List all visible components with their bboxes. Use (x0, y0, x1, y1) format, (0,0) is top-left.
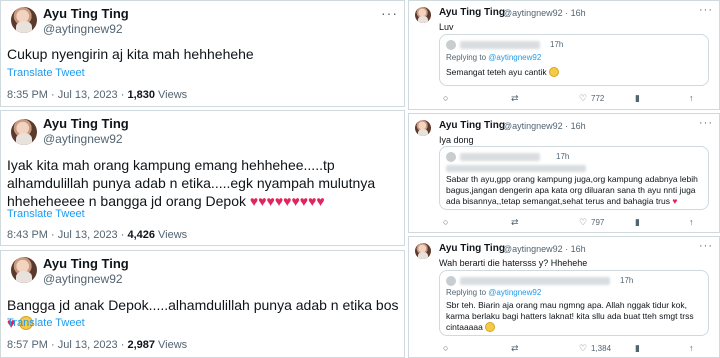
like-count: 797 (591, 218, 605, 227)
heart-emojis: ♥♥♥♥♥♥♥♥♥ (249, 193, 325, 209)
display-name[interactable]: Ayu Ting Ting (43, 256, 129, 271)
quoted-text: Sbr teh. Biarin aja orang mau ngmng apa.… (446, 300, 704, 333)
views-icon[interactable]: ▮ (635, 93, 640, 104)
blurred-username (460, 277, 610, 285)
quoted-reply[interactable]: 17h Replying to @aytingnew92 Sbr teh. Bi… (439, 270, 709, 336)
like-count: 772 (591, 94, 605, 103)
kiss-emoji-icon (549, 67, 560, 77)
more-options-icon[interactable]: ··· (699, 117, 713, 129)
user-handle[interactable]: @aytingnew92 (43, 132, 123, 146)
avatar[interactable] (415, 7, 431, 23)
avatar[interactable] (11, 257, 37, 283)
avatar[interactable] (415, 243, 431, 259)
replying-prefix: Replying to (446, 288, 489, 297)
blurred-avatar (446, 276, 456, 286)
tweet-meta: 8:43 PM · Jul 13, 2023 · 4,426 Views (7, 229, 187, 241)
replying-to: Replying to @aytingnew92 (446, 288, 541, 297)
user-handle[interactable]: @aytingnew92 · 16h (503, 121, 586, 131)
reply-time: 17h (620, 276, 634, 285)
blurred-username (460, 41, 540, 49)
user-handle[interactable]: @aytingnew92 · 16h (503, 244, 586, 254)
translate-tweet-link[interactable]: Translate Tweet (7, 67, 85, 79)
reply-card-3[interactable]: Ayu Ting Ting @aytingnew92 · 16h ··· Wah… (408, 236, 720, 358)
replying-handle-link[interactable]: @aytingnew92 (488, 53, 541, 62)
retweet-icon[interactable]: ⇄ (511, 217, 519, 228)
blurred-avatar (446, 152, 456, 162)
more-options-icon[interactable]: ··· (699, 4, 713, 16)
views-count: 1,830 (127, 89, 155, 101)
share-icon[interactable]: ↑ (689, 217, 694, 227)
reply-text: Wah berarti die hatersss y? Hhehehe (439, 258, 588, 268)
tweet-timestamp[interactable]: 8:35 PM · Jul 13, 2023 · (7, 89, 127, 101)
tweet-timestamp[interactable]: 8:43 PM · Jul 13, 2023 · (7, 229, 127, 241)
replying-to: Replying to @aytingnew92 (446, 53, 541, 62)
translate-tweet-link[interactable]: Translate Tweet (7, 317, 85, 329)
reply-time: 17h (556, 152, 570, 161)
quoted-text-content: Semangat teteh ayu cantik (446, 67, 547, 77)
reply-icon[interactable]: ○ (443, 93, 448, 103)
quoted-text: Semangat teteh ayu cantik (446, 67, 704, 78)
muscle-emoji-icon (485, 322, 496, 332)
tweet-card-1[interactable]: Ayu Ting Ting @aytingnew92 ··· Cukup nye… (0, 0, 405, 107)
display-name[interactable]: Ayu Ting Ting (43, 6, 129, 21)
quoted-text: Sabar th ayu,gpp orang kampung juga,org … (446, 174, 704, 207)
like-icon[interactable]: ♡ (579, 343, 587, 354)
views-icon[interactable]: ▮ (635, 343, 640, 354)
user-handle[interactable]: @aytingnew92 (43, 22, 123, 36)
replying-handle-link[interactable]: @aytingnew92 (488, 288, 541, 297)
display-name[interactable]: Ayu Ting Ting (439, 7, 505, 18)
reply-card-2[interactable]: Ayu Ting Ting @aytingnew92 · 16h ··· Iya… (408, 113, 720, 233)
reply-time: 17h (550, 40, 564, 49)
user-handle[interactable]: @aytingnew92 · 16h (503, 8, 586, 18)
heart-emoji: ♥ (672, 196, 678, 206)
tweet-meta: 8:35 PM · Jul 13, 2023 · 1,830 Views (7, 89, 187, 101)
display-name[interactable]: Ayu Ting Ting (439, 120, 505, 131)
tweet-text: Iyak kita mah orang kampung emang hehheh… (7, 156, 399, 210)
blurred-replying (446, 165, 586, 172)
reply-icon[interactable]: ○ (443, 217, 448, 227)
quoted-text-content: Sbr teh. Biarin aja orang mau ngmng apa.… (446, 300, 694, 332)
retweet-icon[interactable]: ⇄ (511, 93, 519, 104)
reply-text: Luv (439, 22, 454, 32)
replying-prefix: Replying to (446, 53, 489, 62)
like-icon[interactable]: ♡ (579, 93, 587, 104)
retweet-icon[interactable]: ⇄ (511, 343, 519, 354)
views-icon[interactable]: ▮ (635, 217, 640, 228)
avatar[interactable] (11, 119, 37, 145)
more-options-icon[interactable]: ··· (699, 240, 713, 252)
reply-card-1[interactable]: Ayu Ting Ting @aytingnew92 · 16h ··· Luv… (408, 0, 720, 110)
tweet-timestamp[interactable]: 8:57 PM · Jul 13, 2023 · (7, 339, 127, 351)
display-name[interactable]: Ayu Ting Ting (43, 116, 129, 131)
views-count: 4,426 (127, 229, 155, 241)
share-icon[interactable]: ↑ (689, 93, 694, 103)
views-count: 2,987 (127, 339, 155, 351)
tweet-meta: 8:57 PM · Jul 13, 2023 · 2,987 Views (7, 339, 187, 351)
tweet-card-2[interactable]: Ayu Ting Ting @aytingnew92 Iyak kita mah… (0, 110, 405, 246)
display-name[interactable]: Ayu Ting Ting (439, 243, 505, 254)
views-label: Views (154, 229, 188, 241)
blurred-username (460, 153, 540, 161)
reply-text: Iya dong (439, 135, 474, 145)
like-icon[interactable]: ♡ (579, 217, 587, 228)
share-icon[interactable]: ↑ (689, 343, 694, 353)
quoted-reply[interactable]: 17h Sabar th ayu,gpp orang kampung juga,… (439, 146, 709, 210)
views-label: Views (154, 339, 188, 351)
tweet-text: Cukup nyengirin aj kita mah hehhehehe (7, 46, 254, 62)
reply-icon[interactable]: ○ (443, 343, 448, 353)
tweet-card-3[interactable]: Ayu Ting Ting @aytingnew92 Bangga jd ana… (0, 250, 405, 358)
more-options-icon[interactable]: ··· (381, 5, 398, 21)
translate-tweet-link[interactable]: Translate Tweet (7, 208, 85, 220)
quoted-reply[interactable]: 17h Replying to @aytingnew92 Semangat te… (439, 34, 709, 86)
like-count: 1,384 (591, 344, 612, 353)
quoted-text-content: Sabar th ayu,gpp orang kampung juga,org … (446, 174, 698, 206)
views-label: Views (154, 89, 188, 101)
avatar[interactable] (415, 120, 431, 136)
user-handle[interactable]: @aytingnew92 (43, 272, 123, 286)
tweet-text-content: Bangga jd anak Depok.....alhamdulillah p… (7, 297, 399, 313)
blurred-avatar (446, 40, 456, 50)
avatar[interactable] (11, 7, 37, 33)
